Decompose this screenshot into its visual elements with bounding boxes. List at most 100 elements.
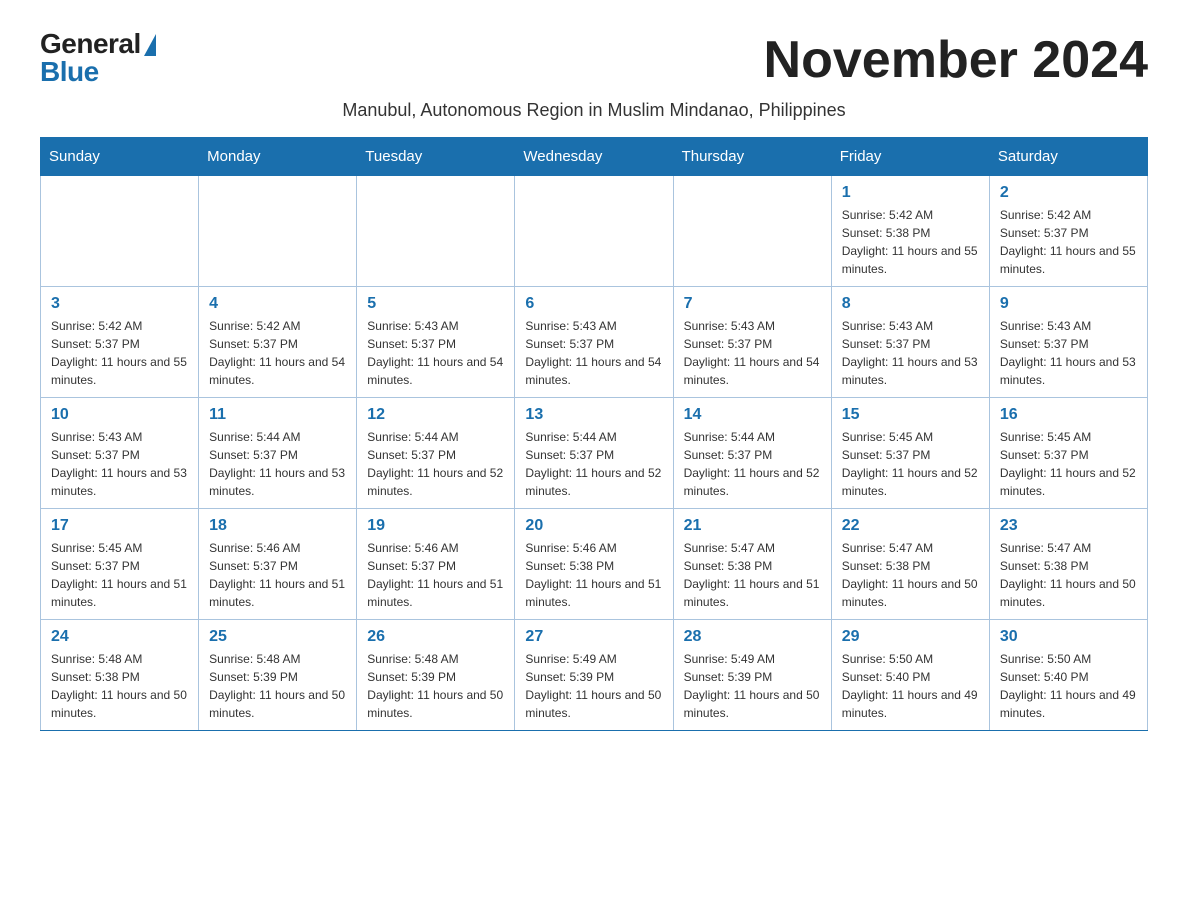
day-number: 23 (1000, 517, 1137, 535)
calendar-header-row: SundayMondayTuesdayWednesdayThursdayFrid… (41, 138, 1148, 176)
calendar-cell: 18 Sunrise: 5:46 AMSunset: 5:37 PMDayligh… (199, 509, 357, 620)
day-number: 25 (209, 628, 346, 646)
day-info: Sunrise: 5:48 AMSunset: 5:38 PMDaylight:… (51, 650, 188, 722)
calendar-header-monday: Monday (199, 138, 357, 176)
logo-blue: Blue (40, 58, 99, 86)
day-info: Sunrise: 5:42 AMSunset: 5:37 PMDaylight:… (1000, 206, 1137, 278)
calendar-cell: 2 Sunrise: 5:42 AMSunset: 5:37 PMDaylight… (989, 176, 1147, 287)
day-info: Sunrise: 5:46 AMSunset: 5:37 PMDaylight:… (209, 539, 346, 611)
day-info: Sunrise: 5:46 AMSunset: 5:38 PMDaylight:… (525, 539, 662, 611)
day-info: Sunrise: 5:50 AMSunset: 5:40 PMDaylight:… (1000, 650, 1137, 722)
calendar-cell: 14 Sunrise: 5:44 AMSunset: 5:37 PMDayligh… (673, 398, 831, 509)
day-number: 6 (525, 295, 662, 313)
day-number: 30 (1000, 628, 1137, 646)
day-number: 14 (684, 406, 821, 424)
day-info: Sunrise: 5:43 AMSunset: 5:37 PMDaylight:… (842, 317, 979, 389)
day-number: 10 (51, 406, 188, 424)
calendar-header-sunday: Sunday (41, 138, 199, 176)
calendar-week-row: 24 Sunrise: 5:48 AMSunset: 5:38 PMDayligh… (41, 620, 1148, 731)
calendar-cell: 25 Sunrise: 5:48 AMSunset: 5:39 PMDayligh… (199, 620, 357, 731)
day-info: Sunrise: 5:43 AMSunset: 5:37 PMDaylight:… (525, 317, 662, 389)
calendar-cell: 6 Sunrise: 5:43 AMSunset: 5:37 PMDaylight… (515, 287, 673, 398)
calendar-cell: 9Sunrise: 5:43 AMSunset: 5:37 PMDaylight… (989, 287, 1147, 398)
day-info: Sunrise: 5:47 AMSunset: 5:38 PMDaylight:… (842, 539, 979, 611)
calendar-cell: 30 Sunrise: 5:50 AMSunset: 5:40 PMDayligh… (989, 620, 1147, 731)
calendar-cell (41, 176, 199, 287)
day-number: 15 (842, 406, 979, 424)
calendar-cell: 15 Sunrise: 5:45 AMSunset: 5:37 PMDayligh… (831, 398, 989, 509)
day-number: 11 (209, 406, 346, 424)
day-number: 22 (842, 517, 979, 535)
day-number: 29 (842, 628, 979, 646)
calendar-cell: 29 Sunrise: 5:50 AMSunset: 5:40 PMDayligh… (831, 620, 989, 731)
calendar-cell: 28 Sunrise: 5:49 AMSunset: 5:39 PMDayligh… (673, 620, 831, 731)
calendar-cell: 16 Sunrise: 5:45 AMSunset: 5:37 PMDayligh… (989, 398, 1147, 509)
day-info: Sunrise: 5:48 AMSunset: 5:39 PMDaylight:… (209, 650, 346, 722)
calendar-cell: 7 Sunrise: 5:43 AMSunset: 5:37 PMDaylight… (673, 287, 831, 398)
day-number: 26 (367, 628, 504, 646)
day-number: 19 (367, 517, 504, 535)
calendar-header-saturday: Saturday (989, 138, 1147, 176)
day-number: 1 (842, 184, 979, 202)
calendar-header-tuesday: Tuesday (357, 138, 515, 176)
calendar-header-friday: Friday (831, 138, 989, 176)
calendar-cell: 12Sunrise: 5:44 AMSunset: 5:37 PMDayligh… (357, 398, 515, 509)
calendar-cell: 13 Sunrise: 5:44 AMSunset: 5:37 PMDayligh… (515, 398, 673, 509)
day-info: Sunrise: 5:42 AMSunset: 5:37 PMDaylight:… (51, 317, 188, 389)
day-info: Sunrise: 5:45 AMSunset: 5:37 PMDaylight:… (1000, 428, 1137, 500)
day-info: Sunrise: 5:48 AMSunset: 5:39 PMDaylight:… (367, 650, 504, 722)
calendar-cell: 4Sunrise: 5:42 AMSunset: 5:37 PMDaylight… (199, 287, 357, 398)
day-info: Sunrise: 5:44 AMSunset: 5:37 PMDaylight:… (525, 428, 662, 500)
calendar-cell (357, 176, 515, 287)
day-number: 4 (209, 295, 346, 313)
calendar-week-row: 10 Sunrise: 5:43 AMSunset: 5:37 PMDayligh… (41, 398, 1148, 509)
calendar-header-wednesday: Wednesday (515, 138, 673, 176)
calendar-cell: 24 Sunrise: 5:48 AMSunset: 5:38 PMDayligh… (41, 620, 199, 731)
day-number: 5 (367, 295, 504, 313)
day-info: Sunrise: 5:49 AMSunset: 5:39 PMDaylight:… (525, 650, 662, 722)
day-number: 20 (525, 517, 662, 535)
day-info: Sunrise: 5:43 AMSunset: 5:37 PMDaylight:… (684, 317, 821, 389)
calendar: SundayMondayTuesdayWednesdayThursdayFrid… (40, 137, 1148, 731)
day-info: Sunrise: 5:43 AMSunset: 5:37 PMDaylight:… (51, 428, 188, 500)
logo-general: General (40, 30, 141, 58)
day-number: 16 (1000, 406, 1137, 424)
day-info: Sunrise: 5:45 AMSunset: 5:37 PMDaylight:… (842, 428, 979, 500)
day-number: 18 (209, 517, 346, 535)
calendar-cell: 19 Sunrise: 5:46 AMSunset: 5:37 PMDayligh… (357, 509, 515, 620)
day-number: 24 (51, 628, 188, 646)
day-info: Sunrise: 5:44 AMSunset: 5:37 PMDaylight:… (367, 428, 504, 500)
day-info: Sunrise: 5:45 AMSunset: 5:37 PMDaylight:… (51, 539, 188, 611)
day-info: Sunrise: 5:47 AMSunset: 5:38 PMDaylight:… (1000, 539, 1137, 611)
day-info: Sunrise: 5:50 AMSunset: 5:40 PMDaylight:… (842, 650, 979, 722)
subtitle: Manubul, Autonomous Region in Muslim Min… (40, 100, 1148, 121)
day-number: 7 (684, 295, 821, 313)
calendar-header-thursday: Thursday (673, 138, 831, 176)
calendar-cell: 26 Sunrise: 5:48 AMSunset: 5:39 PMDayligh… (357, 620, 515, 731)
calendar-cell (673, 176, 831, 287)
day-number: 27 (525, 628, 662, 646)
day-number: 17 (51, 517, 188, 535)
calendar-cell: 5 Sunrise: 5:43 AMSunset: 5:37 PMDaylight… (357, 287, 515, 398)
day-number: 2 (1000, 184, 1137, 202)
day-info: Sunrise: 5:46 AMSunset: 5:37 PMDaylight:… (367, 539, 504, 611)
calendar-cell: 23 Sunrise: 5:47 AMSunset: 5:38 PMDayligh… (989, 509, 1147, 620)
day-info: Sunrise: 5:44 AMSunset: 5:37 PMDaylight:… (684, 428, 821, 500)
calendar-week-row: 17 Sunrise: 5:45 AMSunset: 5:37 PMDayligh… (41, 509, 1148, 620)
calendar-cell: 1 Sunrise: 5:42 AMSunset: 5:38 PMDaylight… (831, 176, 989, 287)
page-title: November 2024 (764, 30, 1148, 90)
day-info: Sunrise: 5:43 AMSunset: 5:37 PMDaylight:… (367, 317, 504, 389)
day-info: Sunrise: 5:47 AMSunset: 5:38 PMDaylight:… (684, 539, 821, 611)
calendar-cell: 20 Sunrise: 5:46 AMSunset: 5:38 PMDayligh… (515, 509, 673, 620)
day-number: 3 (51, 295, 188, 313)
calendar-cell: 10 Sunrise: 5:43 AMSunset: 5:37 PMDayligh… (41, 398, 199, 509)
day-info: Sunrise: 5:44 AMSunset: 5:37 PMDaylight:… (209, 428, 346, 500)
calendar-cell (515, 176, 673, 287)
day-info: Sunrise: 5:49 AMSunset: 5:39 PMDaylight:… (684, 650, 821, 722)
day-info: Sunrise: 5:42 AMSunset: 5:38 PMDaylight:… (842, 206, 979, 278)
day-number: 13 (525, 406, 662, 424)
day-info: Sunrise: 5:43 AMSunset: 5:37 PMDaylight:… (1000, 317, 1137, 389)
calendar-cell: 27 Sunrise: 5:49 AMSunset: 5:39 PMDayligh… (515, 620, 673, 731)
calendar-cell: 22 Sunrise: 5:47 AMSunset: 5:38 PMDayligh… (831, 509, 989, 620)
day-number: 28 (684, 628, 821, 646)
